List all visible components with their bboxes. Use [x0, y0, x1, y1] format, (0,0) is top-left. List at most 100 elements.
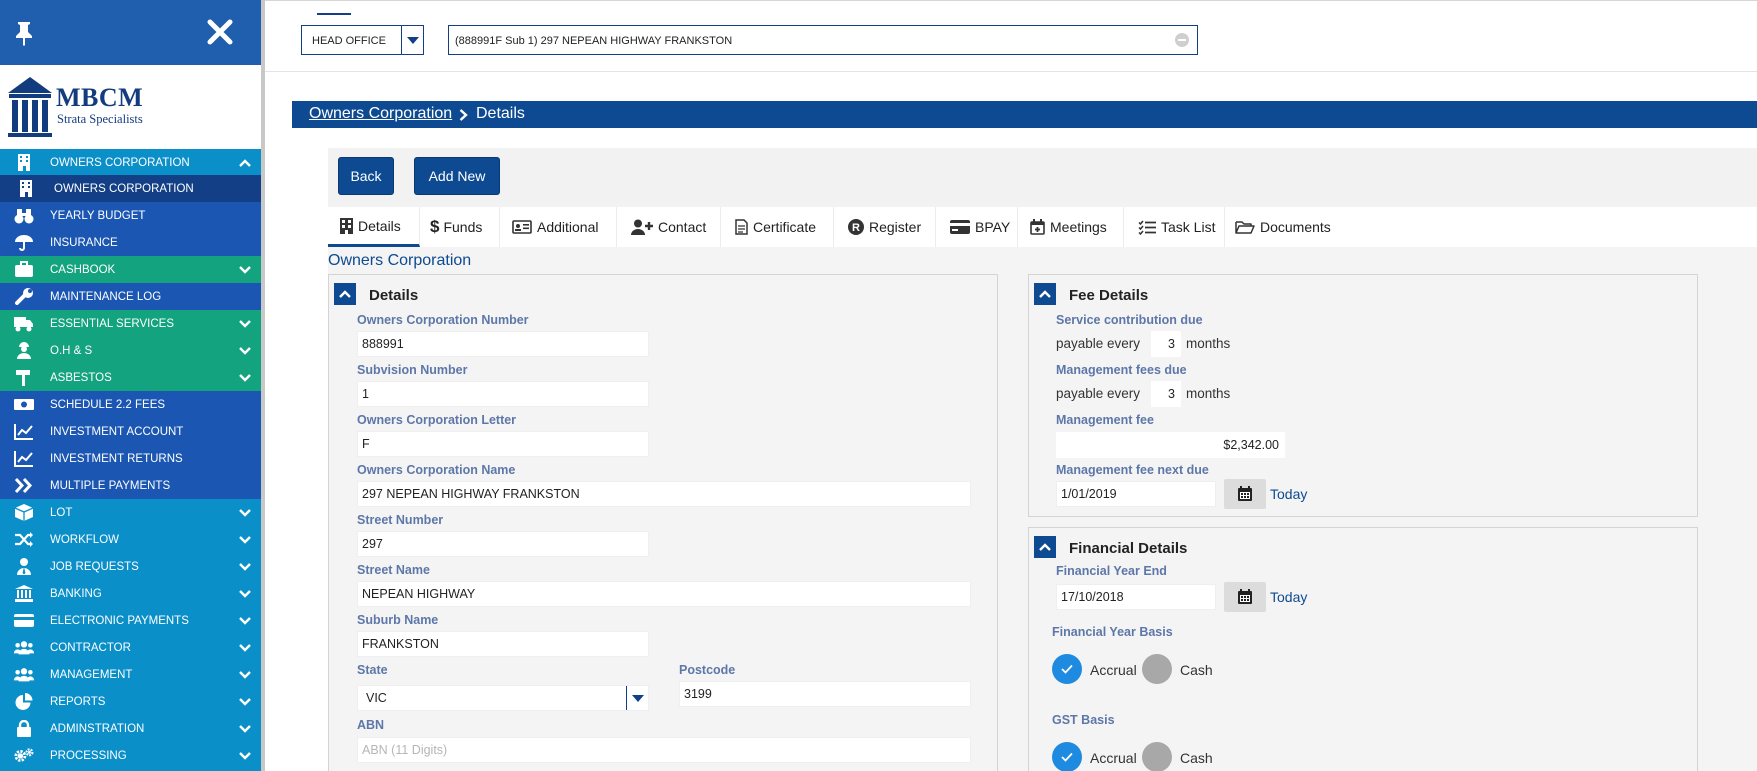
pie-chart-icon	[15, 693, 33, 710]
sidebar-item-reports[interactable]: REPORTS	[0, 688, 261, 715]
sidebar-item-label: SCHEDULE 2.2 FEES	[50, 399, 166, 411]
cube-icon	[14, 504, 34, 521]
subdivision-field[interactable]: 1	[357, 381, 649, 407]
collapse-details-button[interactable]	[334, 283, 356, 305]
chevron-down-icon[interactable]	[239, 265, 251, 274]
gst-basis-cash-radio[interactable]	[1142, 742, 1172, 771]
oc-name-field[interactable]: 297 NEPEAN HIGHWAY FRANKSTON	[357, 481, 971, 507]
postcode-label: Postcode	[679, 663, 736, 677]
sidebar-item-investment-returns[interactable]: INVESTMENT RETURNS	[0, 445, 261, 472]
year-end-calendar-button[interactable]	[1224, 582, 1266, 612]
gst-basis-accrual-radio[interactable]	[1052, 742, 1082, 771]
sidebar-item-administration[interactable]: ADMINSTRATION	[0, 715, 261, 742]
chevron-down-icon[interactable]	[239, 346, 251, 355]
logo[interactable]: MBCM Strata Specialists	[0, 65, 261, 149]
action-bar	[328, 148, 1757, 207]
chevron-up-icon[interactable]	[239, 158, 251, 167]
office-dropdown-button[interactable]	[401, 26, 423, 54]
pin-icon[interactable]	[12, 20, 36, 46]
sidebar-item-yearly-budget[interactable]: YEARLY BUDGET	[0, 202, 261, 229]
sidebar-item-lot[interactable]: LOT	[0, 499, 261, 526]
sidebar-item-contractor[interactable]: CONTRACTOR	[0, 634, 261, 661]
mgmt-next-due-calendar-button[interactable]	[1224, 479, 1266, 509]
mgmt-due-label: Management fees due	[1056, 363, 1187, 377]
mgmt-fee-input[interactable]: $2,342.00	[1056, 432, 1285, 458]
suburb-field[interactable]: FRANKSTON	[357, 631, 649, 657]
sidebar-item-schedule-fees[interactable]: SCHEDULE 2.2 FEES	[0, 391, 261, 418]
mgmt-next-due-today-link[interactable]: Today	[1270, 486, 1307, 502]
fy-basis-accrual-radio[interactable]	[1052, 654, 1082, 684]
collapse-fee-details-button[interactable]	[1034, 283, 1056, 305]
tab-bpay[interactable]: BPAY	[936, 207, 1018, 247]
chevron-down-icon[interactable]	[239, 751, 251, 760]
sidebar-item-investment-account[interactable]: INVESTMENT ACCOUNT	[0, 418, 261, 445]
chevron-down-icon[interactable]	[239, 589, 251, 598]
clear-icon[interactable]	[1175, 33, 1189, 47]
chevron-down-icon[interactable]	[239, 643, 251, 652]
tab-label: BPAY	[975, 219, 1011, 235]
postcode-field[interactable]: 3199	[679, 681, 971, 707]
sidebar-item-asbestos[interactable]: ASBESTOS	[0, 364, 261, 391]
sidebar-item-maintenance-log[interactable]: MAINTENANCE LOG	[0, 283, 261, 310]
chevron-down-icon[interactable]	[239, 535, 251, 544]
chevron-down-icon[interactable]	[239, 670, 251, 679]
sidebar-scrollbar[interactable]	[261, 0, 265, 771]
sidebar-item-essential-services[interactable]: ESSENTIAL SERVICES	[0, 310, 261, 337]
sidebar-item-electronic-payments[interactable]: ELECTRONIC PAYMENTS	[0, 607, 261, 634]
sidebar-item-ohs[interactable]: O.H & S	[0, 337, 261, 364]
close-icon[interactable]	[205, 17, 235, 47]
year-end-input[interactable]: 17/10/2018	[1056, 584, 1216, 610]
tab-funds[interactable]: $ Funds	[420, 207, 500, 247]
sidebar-item-owners-corporation-sub[interactable]: OWNERS CORPORATION	[0, 175, 261, 202]
chevron-down-icon[interactable]	[239, 616, 251, 625]
details-card: Details Owners Corporation Number 888991…	[328, 274, 998, 771]
add-new-button[interactable]: Add New	[414, 157, 500, 195]
chevron-down-icon[interactable]	[239, 373, 251, 382]
tab-task-list[interactable]: Task List	[1124, 207, 1225, 247]
sidebar-item-multiple-payments[interactable]: MULTIPLE PAYMENTS	[0, 472, 261, 499]
tab-meetings[interactable]: Meetings	[1018, 207, 1124, 247]
id-card-icon	[512, 220, 532, 234]
breadcrumb-link-owners-corporation[interactable]: Owners Corporation	[309, 105, 452, 123]
sidebar-item-label: INVESTMENT RETURNS	[50, 453, 183, 465]
state-select[interactable]: VIC	[357, 685, 649, 711]
year-end-today-link[interactable]: Today	[1270, 589, 1307, 605]
oc-search-value: (888991F Sub 1) 297 NEPEAN HIGHWAY FRANK…	[455, 35, 733, 47]
street-number-field[interactable]: 297	[357, 531, 649, 557]
fy-basis-accrual-label: Accrual	[1090, 662, 1137, 678]
sidebar-item-processing[interactable]: PROCESSING	[0, 742, 261, 769]
fy-basis-cash-radio[interactable]	[1142, 654, 1172, 684]
tab-details[interactable]: Details	[328, 207, 420, 247]
chevron-down-icon[interactable]	[239, 697, 251, 706]
sidebar-item-banking[interactable]: BANKING	[0, 580, 261, 607]
sidebar-item-workflow[interactable]: WORKFLOW	[0, 526, 261, 553]
tab-additional[interactable]: Additional	[500, 207, 617, 247]
chevron-down-icon[interactable]	[239, 319, 251, 328]
tab-documents[interactable]: Documents	[1225, 207, 1345, 247]
sidebar-item-management[interactable]: MANAGEMENT	[0, 661, 261, 688]
building-icon	[340, 217, 353, 234]
chevron-down-icon[interactable]	[239, 724, 251, 733]
mgmt-months-input[interactable]: 3	[1151, 381, 1181, 407]
collapse-financial-details-button[interactable]	[1034, 536, 1056, 558]
sidebar-item-insurance[interactable]: INSURANCE	[0, 229, 261, 256]
oc-search-input[interactable]: (888991F Sub 1) 297 NEPEAN HIGHWAY FRANK…	[448, 25, 1198, 55]
service-months-input[interactable]: 3	[1151, 331, 1181, 357]
tab-contact[interactable]: Contact	[617, 207, 721, 247]
oc-number-field[interactable]: 888991	[357, 331, 649, 357]
abn-field[interactable]: ABN (11 Digits)	[357, 737, 971, 763]
street-name-field[interactable]: NEPEAN HIGHWAY	[357, 581, 971, 607]
chevron-down-icon[interactable]	[239, 562, 251, 571]
oc-letter-field[interactable]: F	[357, 431, 649, 457]
mgmt-next-due-input[interactable]: 1/01/2019	[1056, 481, 1216, 507]
tab-register[interactable]: R Register	[834, 207, 936, 247]
state-dropdown-button[interactable]	[626, 686, 648, 710]
building-icon	[20, 180, 32, 197]
tab-certificate[interactable]: Certificate	[721, 207, 834, 247]
sidebar-item-cashbook[interactable]: CASHBOOK	[0, 256, 261, 283]
chevron-down-icon[interactable]	[239, 508, 251, 517]
sidebar-item-owners-corporation[interactable]: OWNERS CORPORATION	[0, 149, 261, 175]
sidebar-item-job-requests[interactable]: JOB REQUESTS	[0, 553, 261, 580]
back-button[interactable]: Back	[338, 157, 394, 195]
office-select[interactable]: HEAD OFFICE	[301, 25, 424, 55]
